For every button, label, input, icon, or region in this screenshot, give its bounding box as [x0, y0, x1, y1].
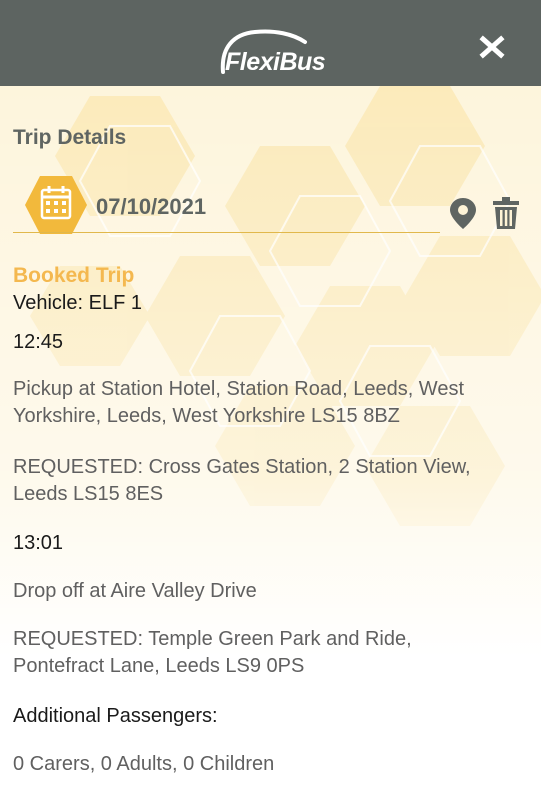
logo-text: FlexiBus — [225, 48, 326, 76]
pickup-requested-line-2: Leeds LS15 8ES — [13, 483, 164, 505]
vehicle-label: Vehicle: ELF 1 — [13, 292, 142, 314]
pickup-address-line-2: Yorkshire, Leeds, West Yorkshire LS15 8B… — [13, 405, 400, 427]
additional-passengers-value: 0 Carers, 0 Adults, 0 Children — [13, 753, 275, 775]
date-underline — [13, 232, 440, 233]
pickup-requested-line-1: REQUESTED: Cross Gates Station, 2 Statio… — [13, 456, 471, 478]
trip-details-panel: Trip Details 07/10/2021 Booked Trip Vehi… — [0, 86, 541, 800]
additional-passengers-label: Additional Passengers: — [13, 705, 218, 727]
calendar-icon[interactable] — [23, 174, 89, 236]
close-icon[interactable] — [476, 30, 508, 62]
pickup-address-line-1: Pickup at Station Hotel, Station Road, L… — [13, 378, 464, 400]
trash-icon[interactable] — [492, 196, 520, 230]
dropoff-address: Drop off at Aire Valley Drive — [13, 580, 257, 602]
trip-details-heading: Trip Details — [13, 126, 127, 149]
close-button[interactable] — [476, 30, 508, 62]
app-header: FlexiBus — [0, 0, 541, 86]
dropoff-time: 13:01 — [13, 532, 64, 554]
pickup-time: 12:45 — [13, 331, 64, 353]
flexibus-logo: FlexiBus — [215, 28, 330, 76]
dropoff-requested-line-1: REQUESTED: Temple Green Park and Ride, — [13, 628, 412, 650]
dropoff-requested-line-2: Pontefract Lane, Leeds LS9 0PS — [13, 655, 305, 677]
booking-status: Booked Trip — [13, 264, 135, 287]
trip-date: 07/10/2021 — [96, 194, 207, 219]
trip-date-field[interactable]: 07/10/2021 — [13, 176, 440, 234]
map-pin-icon[interactable] — [447, 196, 479, 230]
